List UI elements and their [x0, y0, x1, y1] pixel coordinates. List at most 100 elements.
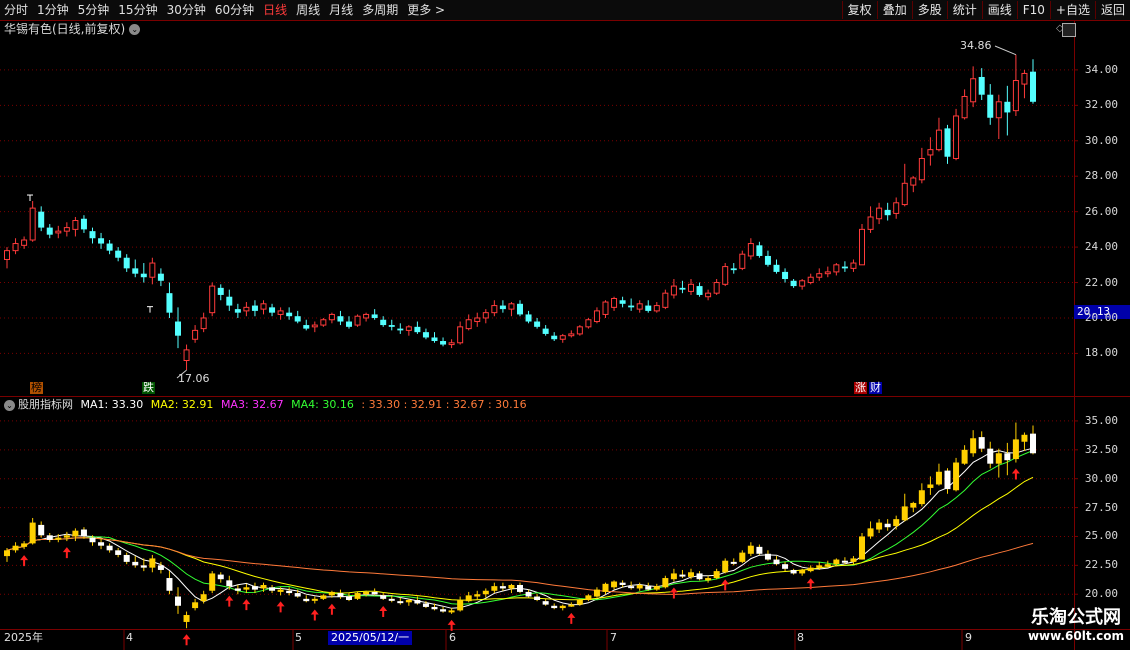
candle: [431, 332, 438, 343]
indicator-candle: [611, 580, 618, 590]
indicator-candle: [645, 582, 652, 591]
candle: [859, 224, 865, 266]
candle: [243, 302, 250, 317]
tag-cai[interactable]: 财: [869, 382, 882, 394]
candle: [166, 282, 173, 318]
indicator-y-tick-label: 27.50: [1084, 500, 1118, 514]
candle: [251, 300, 258, 317]
indicator-candle: [12, 542, 19, 553]
candle: [722, 263, 729, 287]
candle: [4, 247, 10, 269]
indicator-dropdown-icon[interactable]: ⌄: [4, 399, 15, 411]
indicator-candle: [876, 519, 883, 533]
t-marker-icon: [147, 306, 153, 313]
t-marker-icon: [27, 194, 33, 202]
indicator-candle: [465, 591, 472, 603]
candle: [422, 328, 429, 340]
candle: [474, 312, 481, 327]
candle: [833, 263, 840, 276]
watermark-url: www.60lt.com: [1027, 629, 1124, 643]
candle: [209, 282, 216, 317]
indicator-candle: [722, 558, 729, 574]
candle: [226, 289, 233, 311]
indicator-candle: [149, 554, 156, 573]
indicator-candle: [987, 441, 994, 469]
indicator-candle: [269, 584, 276, 594]
indicator-y-tick-label: 30.00: [1084, 471, 1118, 485]
indicator-candle: [593, 587, 600, 598]
ma1-value: MA1: 33.30: [80, 398, 144, 411]
indicator-candle: [354, 591, 361, 600]
candle: [935, 117, 942, 152]
candle: [593, 307, 600, 324]
panel-toggle-icon[interactable]: [1062, 23, 1076, 37]
candle: [328, 312, 335, 324]
indicator-candle: [551, 603, 558, 610]
date-label-apr: 4: [126, 631, 133, 644]
candle: [63, 222, 70, 237]
candle: [354, 314, 361, 327]
candle: [807, 273, 814, 285]
candle: [115, 247, 122, 262]
indicator-candle: [782, 561, 789, 572]
candle: [286, 307, 293, 320]
indicator-candle: [918, 483, 925, 507]
indicator-candle: [217, 572, 224, 583]
indicator-candle: [670, 568, 677, 582]
candle: [764, 250, 771, 267]
indicator-candle: [910, 501, 917, 513]
main-y-tick-label: 28.00: [1084, 169, 1118, 183]
candle: [628, 298, 635, 311]
indicator-candle: [397, 597, 404, 605]
indicator-candle: [72, 528, 79, 542]
candle: [876, 202, 883, 225]
indicator-candle: [209, 571, 216, 594]
indicator-name[interactable]: 股朋指标网: [18, 398, 73, 411]
candle: [910, 176, 917, 193]
buy-arrow-icon: [242, 599, 251, 611]
candle: [542, 325, 549, 336]
candle: [961, 89, 968, 120]
candle: [55, 225, 62, 239]
candle: [790, 278, 797, 288]
indicator-candle: [106, 543, 113, 553]
candle: [465, 314, 472, 331]
tag-zhang[interactable]: 涨: [854, 382, 867, 394]
buy-arrow-icon: [327, 603, 336, 615]
candle: [414, 321, 421, 334]
candle: [653, 302, 660, 313]
candle: [1004, 85, 1011, 136]
indicator-candle: [978, 431, 985, 453]
indicator-candle: [508, 583, 515, 594]
indicator-candle: [1021, 432, 1028, 451]
watermark-title: 乐淘公式网: [1030, 607, 1121, 628]
indicator-candle: [602, 582, 609, 595]
indicator-candle: [46, 532, 53, 543]
indicator-candle: [995, 448, 1002, 478]
watermark: 乐淘公式网 www.60lt.com: [1028, 607, 1124, 643]
candle: [730, 263, 737, 274]
kline-chart[interactable]: [0, 0, 1130, 650]
main-y-tick-label: 24.00: [1084, 240, 1118, 254]
indicator-candle: [499, 582, 506, 591]
candle: [1030, 59, 1036, 104]
indicator-title: ⌄ 股朋指标网 MA1: 33.30 MA2: 32.91 MA3: 32.67 …: [4, 398, 527, 412]
candle: [320, 317, 327, 327]
candle: [294, 310, 301, 324]
indicator-candle: [559, 604, 566, 611]
indicator-candle: [944, 468, 951, 494]
candle: [782, 268, 789, 283]
indicator-candle: [696, 571, 703, 581]
low-price-label: 17.06: [178, 372, 210, 385]
candle: [568, 330, 575, 338]
ma4-value: MA4: 30.16: [291, 398, 354, 411]
tag-bang[interactable]: 榜: [30, 382, 43, 394]
tag-die[interactable]: 跌: [142, 382, 155, 394]
candle: [611, 296, 618, 311]
indicator-candle: [192, 598, 199, 611]
high-price-label: 34.86: [960, 39, 992, 52]
indicator-candle: [534, 594, 541, 602]
candle: [884, 202, 891, 221]
indicator-candle: [1030, 425, 1036, 455]
indicator-y-tick-label: 22.50: [1084, 558, 1118, 572]
